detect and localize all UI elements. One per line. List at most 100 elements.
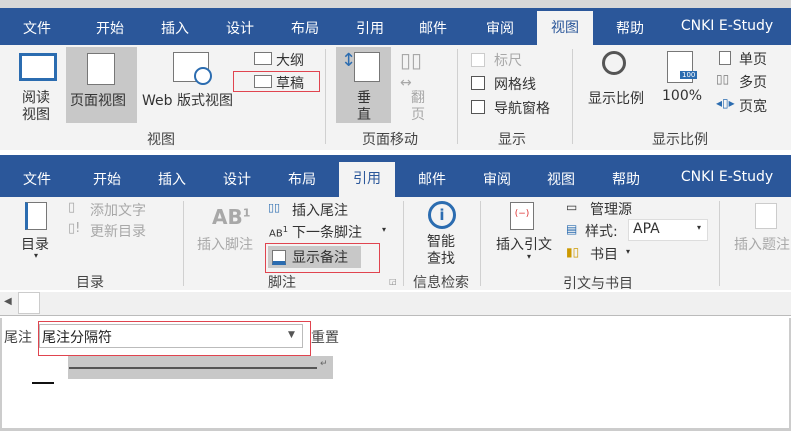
zoom-100-button[interactable]: 100% <box>662 88 702 104</box>
style-dropdown-icon: ▾ <box>697 223 702 232</box>
next-footnote-button[interactable]: 下一条脚注 <box>292 222 362 242</box>
show-notes-icon <box>272 250 286 265</box>
smart-lookup-button[interactable]: 智能 查找 <box>427 234 455 268</box>
insert-citation-icon: (−) <box>510 202 534 230</box>
style-select[interactable]: APA ▾ <box>628 219 708 241</box>
one-page-icon <box>719 51 731 65</box>
view-ribbon-tabbar: 文件 开始 插入 设计 布局 引用 邮件 审阅 视图 帮助 CNKI E-Stu… <box>0 8 791 45</box>
read-mode-label-1: 阅读 <box>22 90 50 106</box>
separator-line <box>69 367 317 369</box>
outline-icon <box>254 52 272 65</box>
tab-review[interactable]: 审阅 <box>483 169 511 189</box>
magnifier-icon <box>602 51 626 75</box>
tab-home[interactable]: 开始 <box>96 18 124 38</box>
draft-button[interactable]: 草稿 <box>276 73 304 93</box>
tab-insert[interactable]: 插入 <box>158 169 186 189</box>
horizontal-scrollbar[interactable]: ◀ <box>0 292 791 316</box>
tab-mailings[interactable]: 邮件 <box>419 18 447 38</box>
group-label-research: 信息检索 <box>413 275 469 291</box>
toc-dropdown-icon: ▾ <box>34 251 39 260</box>
vertical-label: 垂直 <box>357 90 371 124</box>
tab-design[interactable]: 设计 <box>223 169 251 189</box>
ref-ribbon-body: 目录 ▾ ▯ 添加文字 ▯! 更新目录 目录 AB1 插入脚注 ▯▯ 插入尾注 … <box>0 197 791 292</box>
ab-text: AB <box>212 205 243 229</box>
page-width-button[interactable]: 页宽 <box>739 96 767 116</box>
insert-citation-button[interactable]: 插入引文 <box>496 234 552 254</box>
tab-cnki[interactable]: CNKI E-Study <box>681 169 773 185</box>
tab-help[interactable]: 帮助 <box>612 169 640 189</box>
group-label-show: 显示 <box>498 132 526 148</box>
nav-pane-checkbox[interactable] <box>471 100 485 114</box>
tab-help[interactable]: 帮助 <box>616 18 644 38</box>
vertical-label-2: 直 <box>357 107 371 123</box>
insert-caption-button: 插入题注 <box>734 237 790 253</box>
tab-cnki[interactable]: CNKI E-Study <box>681 18 773 34</box>
paragraph-mark-icon: ↵ <box>320 359 328 369</box>
bibliography-button[interactable]: 书目 <box>590 244 618 264</box>
gridlines-label: 网格线 <box>494 77 536 93</box>
scroll-thumb[interactable] <box>18 292 40 314</box>
tab-design[interactable]: 设计 <box>226 18 254 38</box>
footnote-dialog-launcher-icon[interactable]: ◲ <box>389 277 397 286</box>
zoom-button[interactable]: 显示比例 <box>588 88 644 108</box>
bibliography-dropdown-icon: ▾ <box>626 247 631 256</box>
style-label: 样式: <box>585 224 618 240</box>
side-to-side-label-2: 页 <box>411 107 425 123</box>
update-toc-icon: ▯! <box>68 221 81 236</box>
tab-mailings[interactable]: 邮件 <box>418 169 446 189</box>
gridlines-checkbox[interactable] <box>471 76 485 90</box>
outline-button[interactable]: 大纲 <box>276 50 304 70</box>
read-mode-label-2: 视图 <box>22 107 50 123</box>
view-ribbon-body: 阅读 视图 页面视图 Web 版式视图 大纲 草稿 视图 ↕ 垂直 ▯▯ ↔ 翻页 … <box>0 45 791 150</box>
draft-icon <box>254 75 272 88</box>
smart-lookup-label-2: 查找 <box>427 251 455 267</box>
tab-home[interactable]: 开始 <box>93 169 121 189</box>
update-toc-button: 更新目录 <box>90 224 146 240</box>
separator-mark: — <box>32 382 54 384</box>
tab-references[interactable]: 引用 <box>356 18 384 38</box>
next-footnote-dropdown-icon[interactable]: ▾ <box>382 225 386 234</box>
bibliography-icon: ▮▯ <box>566 245 580 259</box>
reset-button[interactable]: 重置 <box>311 327 339 347</box>
manage-sources-button[interactable]: 管理源 <box>590 199 632 219</box>
ref-ribbon-tabbar: 文件 开始 插入 设计 布局 引用 邮件 审阅 视图 帮助 CNKI E-Stu… <box>0 155 791 197</box>
next-footnote-icon: AB1 <box>269 224 289 240</box>
side-to-side-button: 翻页 <box>411 90 425 124</box>
notes-pane: 尾注 尾注分隔符 ▼ 重置 ↵ — <box>0 318 791 431</box>
multi-page-icon: ▯▯ <box>716 72 730 86</box>
divider <box>719 201 720 286</box>
insert-endnote-icon: ▯▯ <box>268 201 281 214</box>
tab-layout[interactable]: 布局 <box>288 169 316 189</box>
notes-select-highlight-box <box>38 321 311 356</box>
read-mode-icon <box>19 53 57 81</box>
group-label-zoom: 显示比例 <box>652 132 708 148</box>
divider <box>183 201 184 286</box>
manage-sources-icon: ▭ <box>566 200 578 214</box>
tab-file[interactable]: 文件 <box>23 169 51 189</box>
tab-view[interactable]: 视图 <box>537 11 593 45</box>
tab-insert[interactable]: 插入 <box>161 18 189 38</box>
print-layout-label: 页面视图 <box>70 93 126 109</box>
window-top-border <box>0 0 791 8</box>
insert-endnote-button[interactable]: 插入尾注 <box>292 200 348 220</box>
tab-layout[interactable]: 布局 <box>291 18 319 38</box>
group-label-views: 视图 <box>147 132 175 148</box>
vertical-page-icon <box>354 52 380 82</box>
read-mode-button[interactable]: 阅读 视图 <box>22 90 50 124</box>
globe-icon <box>194 67 212 85</box>
tab-view[interactable]: 视图 <box>547 169 575 189</box>
web-layout-button[interactable]: Web 版式视图 <box>142 90 233 110</box>
toc-icon <box>25 202 47 230</box>
zoom-100-badge: 100 <box>680 71 698 79</box>
divider <box>572 49 573 144</box>
scroll-left-arrow-icon[interactable]: ◀ <box>4 296 12 307</box>
tab-file[interactable]: 文件 <box>23 18 51 38</box>
tab-review[interactable]: 审阅 <box>486 18 514 38</box>
multi-page-button[interactable]: 多页 <box>739 72 767 92</box>
smart-lookup-icon: i <box>428 201 456 229</box>
insert-caption-icon <box>755 203 777 229</box>
one-page-button[interactable]: 单页 <box>739 49 767 69</box>
page-width-icon: ◂▯▸ <box>716 96 735 110</box>
tab-references[interactable]: 引用 <box>339 162 395 197</box>
print-layout-icon <box>87 53 115 85</box>
